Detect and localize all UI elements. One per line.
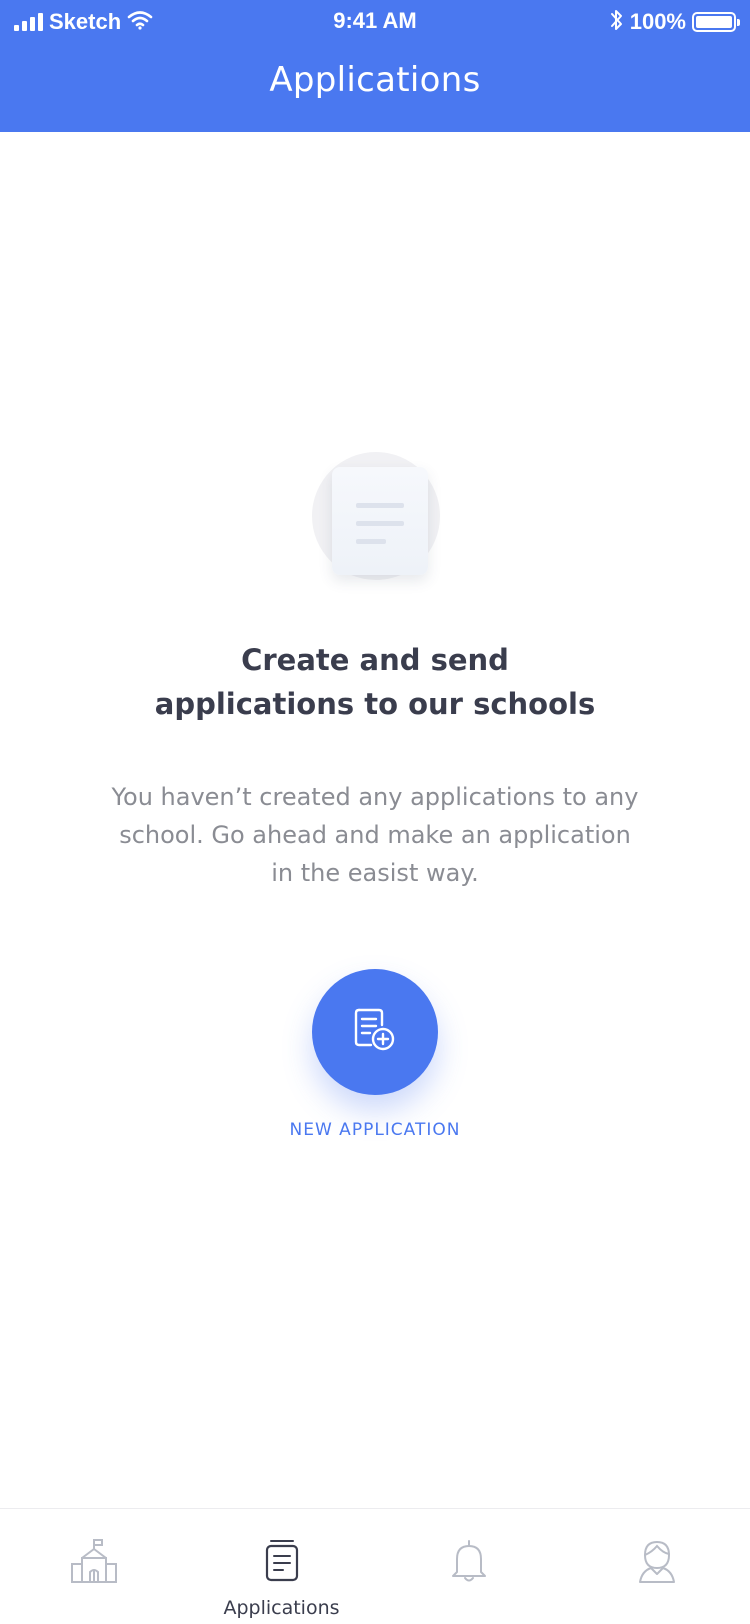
add-document-icon — [352, 1007, 398, 1058]
tab-label-applications: Applications — [223, 1597, 340, 1619]
profile-icon — [631, 1535, 683, 1587]
tab-profile[interactable] — [563, 1509, 750, 1624]
bluetooth-icon — [610, 8, 624, 37]
headline-line-1: Create and send — [241, 643, 509, 677]
app-header: Sketch 9:41 AM 100% Applications — [0, 0, 750, 132]
new-application-label[interactable]: NEW APPLICATION — [0, 1120, 750, 1140]
empty-document-illustration — [312, 452, 440, 580]
status-right: 100% — [610, 6, 740, 38]
status-time: 9:41 AM — [333, 8, 417, 33]
description-line-3: in the easist way. — [271, 859, 479, 887]
battery-icon — [692, 12, 740, 32]
empty-state-description: You haven’t created any applications to … — [60, 778, 690, 892]
document-icon — [332, 467, 428, 575]
school-icon — [68, 1535, 120, 1587]
tab-notifications[interactable] — [375, 1509, 562, 1624]
description-line-1: You haven’t created any applications to … — [111, 783, 639, 811]
tab-bar: Applications — [0, 1508, 750, 1624]
description-line-2: school. Go ahead and make an application — [119, 821, 631, 849]
new-application-button[interactable] — [312, 969, 438, 1095]
battery-percent: 100% — [629, 9, 686, 34]
headline-line-2: applications to our schools — [154, 687, 596, 721]
bell-icon — [443, 1535, 495, 1587]
tab-applications[interactable]: Applications — [188, 1509, 375, 1624]
page-title: Applications — [269, 60, 481, 100]
status-bar: Sketch 9:41 AM 100% — [0, 0, 750, 44]
document-icon — [256, 1535, 308, 1587]
tab-schools[interactable] — [0, 1509, 187, 1624]
empty-state-headline: Create and send applications to our scho… — [0, 638, 750, 726]
applications-screen: Sketch 9:41 AM 100% Applications Create … — [0, 0, 750, 1624]
